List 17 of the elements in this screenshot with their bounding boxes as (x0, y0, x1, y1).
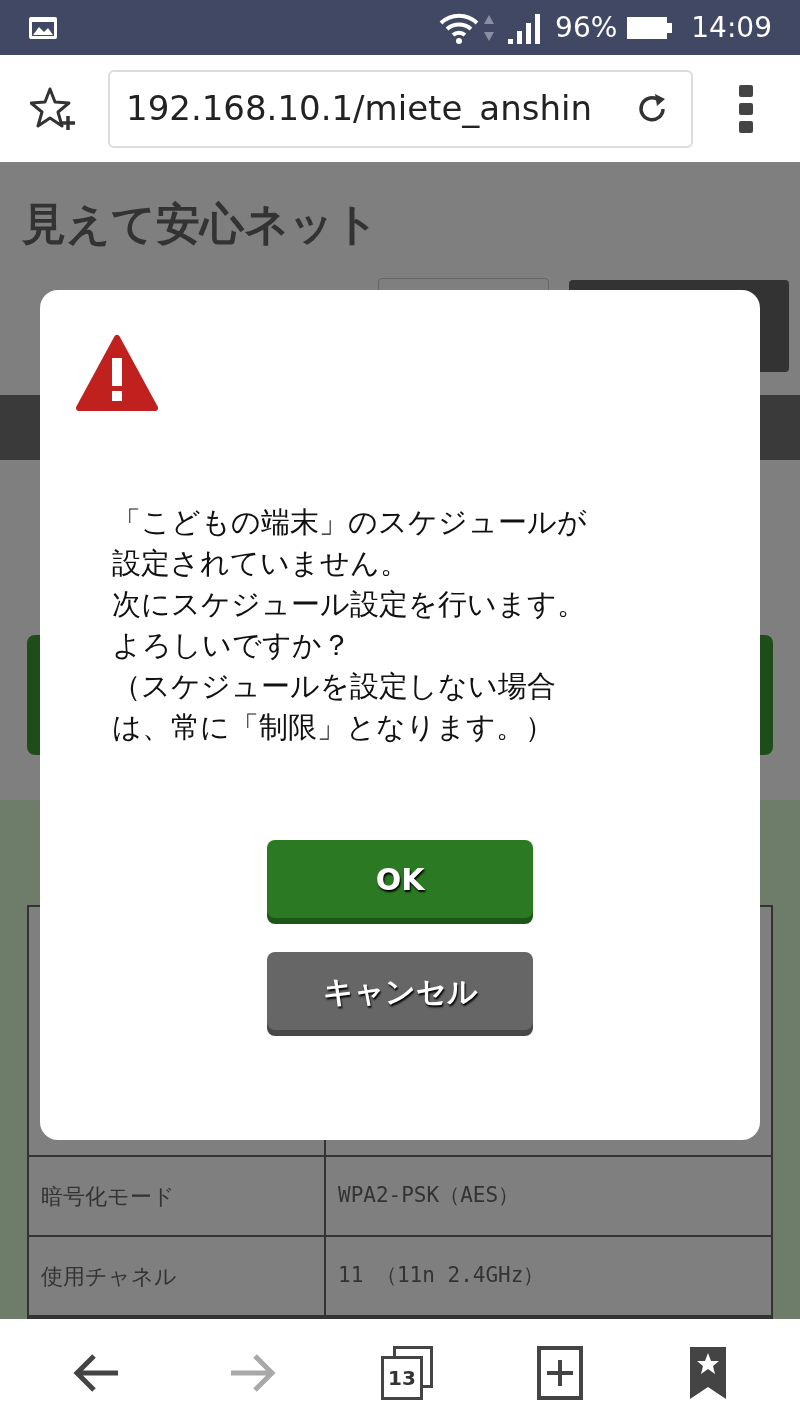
new-tab-icon[interactable] (537, 1345, 584, 1400)
table-cell-text: WPA2-PSK（AES） (337, 1182, 521, 1210)
battery-icon (627, 14, 674, 41)
table-cell: 暗号化モード (29, 1157, 326, 1235)
clock: 14:09 (691, 9, 772, 46)
table-cell-text: 11 （11n 2.4GHz） (337, 1262, 546, 1290)
menu-icon[interactable] (738, 83, 754, 134)
url-text: 192.168.10.1/miete_anshin (126, 87, 593, 130)
add-bookmark-icon[interactable] (30, 85, 78, 132)
table-cell: 使用チャネル (29, 1237, 326, 1315)
warning-icon (75, 334, 159, 412)
site-title: 見えて安心ネット (22, 197, 380, 251)
bookmark-icon[interactable] (687, 1344, 728, 1401)
battery-percent: 96% (555, 9, 618, 46)
dialog-message: 「こどもの端末」のスケジュールが 設定されていません。 次にスケジュール設定を行います。 よろしいですか？ （スケジュールを設定しない場合 は、常に「制限」となります。） (112, 504, 587, 746)
address-bar[interactable]: 192.168.10.1/miete_anshin (108, 69, 693, 148)
picture-icon (28, 15, 58, 40)
